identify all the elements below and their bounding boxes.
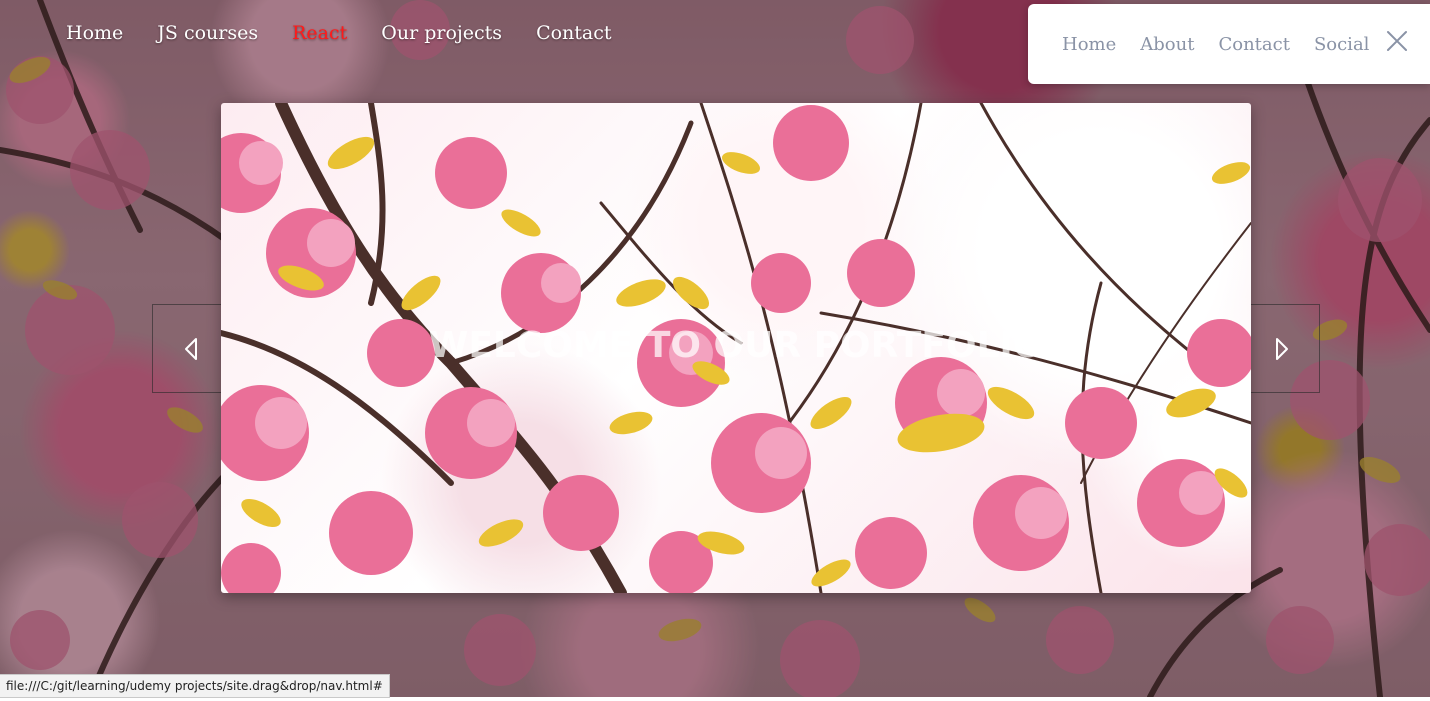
nav-item-home[interactable]: Home [66, 20, 123, 46]
side-menu-item-home[interactable]: Home [1062, 34, 1116, 55]
slide-title: WELCOME TO OUR PORTFOLIO [428, 325, 1044, 366]
side-menu-panel: Home About Contact Social [1028, 4, 1430, 84]
status-bar-url: file:///C:/git/learning/udemy projects/s… [6, 679, 383, 693]
main-nav: Home JS courses React Our projects Conta… [66, 20, 646, 46]
slider-next-button[interactable] [1250, 304, 1320, 393]
slider-slide: WELCOME TO OUR PORTFOLIO [221, 103, 1251, 593]
nav-item-our-projects[interactable]: Our projects [381, 20, 502, 46]
close-icon[interactable] [1386, 30, 1408, 52]
side-menu: Home About Contact Social [1062, 34, 1393, 55]
status-bar: file:///C:/git/learning/udemy projects/s… [0, 674, 390, 698]
side-menu-item-contact[interactable]: Contact [1218, 34, 1289, 55]
side-menu-item-about[interactable]: About [1140, 34, 1194, 55]
nav-item-contact[interactable]: Contact [536, 20, 611, 46]
chevron-right-icon [1276, 337, 1288, 360]
nav-item-react[interactable]: React [292, 20, 347, 46]
side-menu-item-social[interactable]: Social [1314, 34, 1370, 55]
nav-item-js-courses[interactable]: JS courses [157, 20, 258, 46]
slider-prev-button[interactable] [152, 304, 222, 393]
chevron-left-icon [185, 337, 197, 360]
